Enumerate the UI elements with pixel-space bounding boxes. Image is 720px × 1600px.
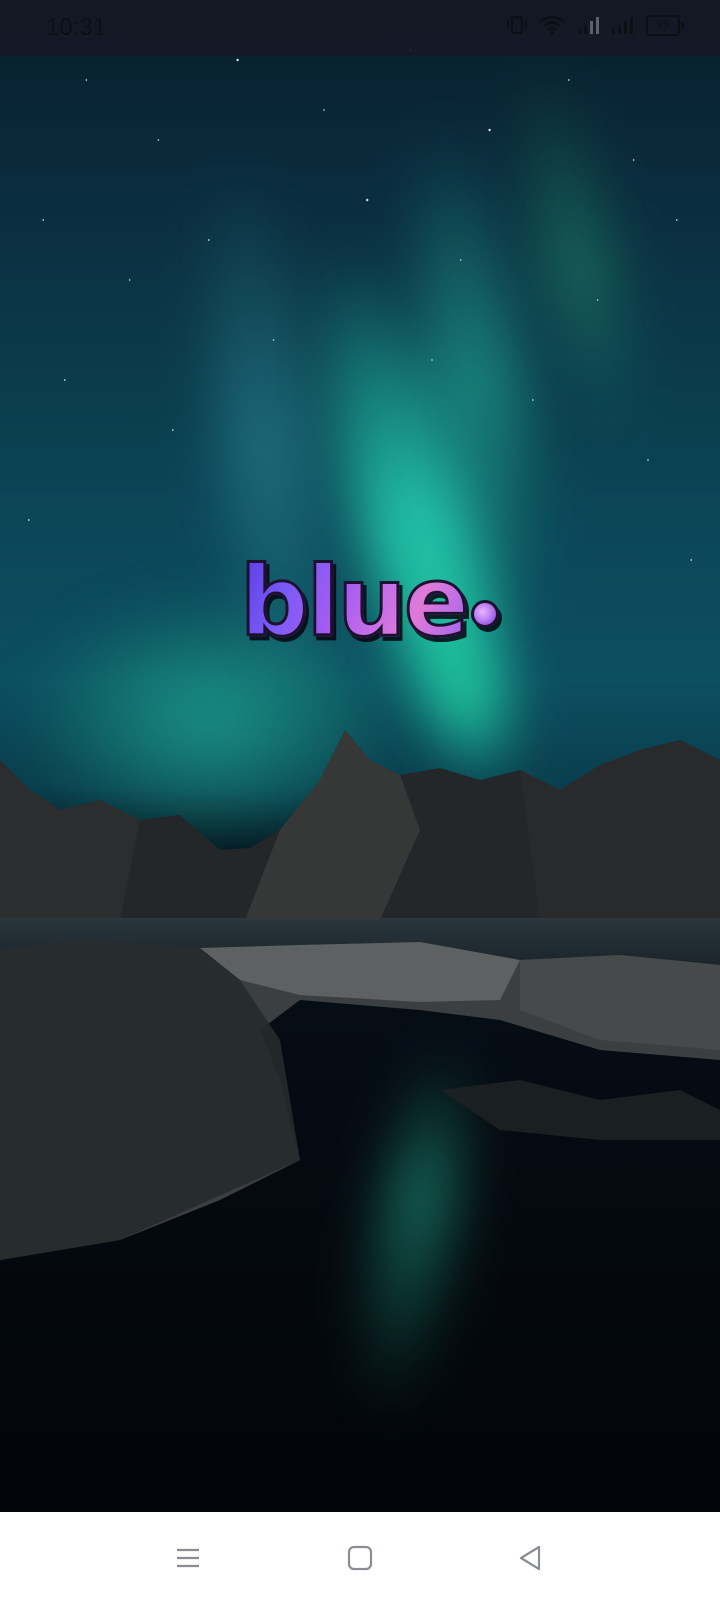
foreground-rocks — [0, 940, 720, 1260]
wifi-icon — [539, 15, 565, 35]
battery-icon: 95 — [646, 14, 684, 36]
vibrate-icon — [507, 15, 527, 35]
nav-back-button[interactable] — [510, 1538, 550, 1578]
mountain-range — [0, 730, 720, 920]
dot-icon — [471, 600, 500, 628]
status-bar: 10:31 95 — [0, 0, 720, 56]
nav-menu-button[interactable] — [168, 1538, 208, 1578]
signal-strong-icon — [612, 17, 633, 34]
splash-background — [0, 0, 720, 1512]
battery-level: 95 — [656, 19, 670, 31]
triangle-back-icon — [519, 1545, 541, 1571]
square-home-icon — [347, 1545, 373, 1571]
nav-home-button[interactable] — [340, 1538, 380, 1578]
status-time: 10:31 — [46, 14, 107, 41]
status-icons: 95 — [506, 14, 684, 36]
app-logo: blue — [238, 530, 510, 658]
logo-text: blue — [238, 546, 470, 658]
menu-icon — [177, 1548, 199, 1568]
signal-weak-icon — [578, 17, 599, 34]
navigation-bar — [0, 1512, 720, 1600]
